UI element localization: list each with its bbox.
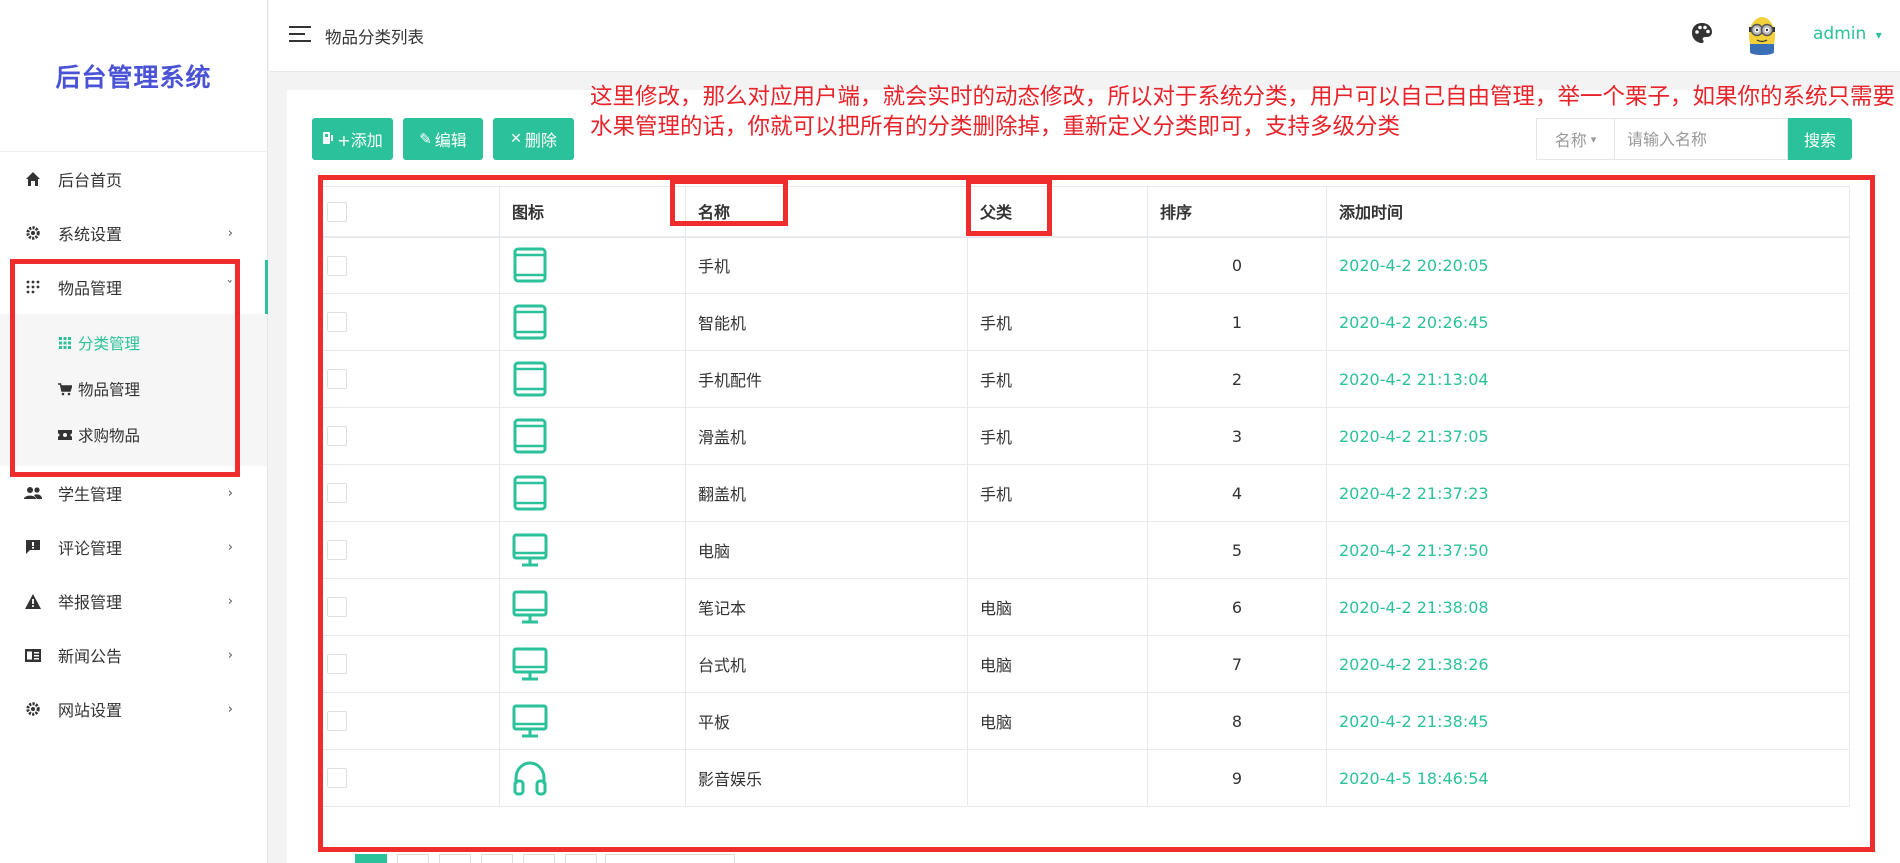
chevron-right-icon: › xyxy=(227,701,233,717)
pagination-item[interactable] xyxy=(523,854,555,863)
sidebar-item-site-settings[interactable]: 网站设置 › xyxy=(0,682,267,736)
sidebar-item-label: 后台首页 xyxy=(58,171,123,190)
pagination-item[interactable] xyxy=(439,854,471,863)
add-button[interactable]: +添加 xyxy=(312,118,393,160)
pagination-jump[interactable] xyxy=(605,854,735,863)
chevron-right-icon: › xyxy=(227,225,233,241)
sidebar-item-home[interactable]: 后台首页 xyxy=(0,152,267,206)
chevron-right-icon: › xyxy=(227,539,233,555)
add-icon xyxy=(322,130,334,149)
close-icon: ✕ xyxy=(510,131,522,147)
pagination-current[interactable] xyxy=(355,854,387,863)
user-menu[interactable]: admin ▾ xyxy=(1813,24,1882,44)
sidebar-item-news[interactable]: 新闻公告 › xyxy=(0,628,267,682)
sidebar-item-label: 新闻公告 xyxy=(58,647,123,666)
warning-icon xyxy=(24,592,42,610)
sidebar-item-label: 举报管理 xyxy=(58,593,123,612)
pagination-item[interactable] xyxy=(565,854,597,863)
pagination-item[interactable] xyxy=(397,854,429,863)
caret-down-icon: ▾ xyxy=(1875,28,1882,42)
sidebar-item-reports[interactable]: 举报管理 › xyxy=(0,574,267,628)
sidebar-item-system-settings[interactable]: 系统设置 › xyxy=(0,206,267,260)
delete-label: 删除 xyxy=(524,131,557,150)
people-icon xyxy=(24,484,42,502)
sidebar-item-label: 网站设置 xyxy=(58,701,123,720)
user-name: admin xyxy=(1813,24,1867,44)
annotation-box-sidebar xyxy=(10,259,240,477)
annotation-box-table xyxy=(318,175,1875,852)
page-title: 物品分类列表 xyxy=(325,28,424,47)
theme-palette-icon[interactable] xyxy=(1691,22,1715,46)
sidebar-item-comments[interactable]: 评论管理 › xyxy=(0,520,267,574)
gear-icon xyxy=(24,224,42,242)
brand-title: 后台管理系统 xyxy=(0,0,267,152)
sidebar-item-label: 系统设置 xyxy=(58,225,123,244)
edit-icon: ✎ xyxy=(419,130,432,148)
pagination-item[interactable] xyxy=(481,854,513,863)
chevron-right-icon: › xyxy=(227,647,233,663)
sidebar-item-label: 学生管理 xyxy=(58,485,123,504)
sidebar-item-label: 评论管理 xyxy=(58,539,123,558)
edit-label: 编辑 xyxy=(434,131,467,150)
add-label: +添加 xyxy=(337,131,383,150)
annotation-text: 这里修改，那么对应用户端，就会实时的动态修改，所以对于系统分类，用户可以自己自由… xyxy=(590,84,1896,140)
delete-button[interactable]: ✕ 删除 xyxy=(493,118,574,160)
menu-toggle-icon[interactable] xyxy=(289,26,311,44)
chevron-right-icon: › xyxy=(227,593,233,609)
chevron-right-icon: › xyxy=(227,485,233,501)
home-icon xyxy=(24,170,42,188)
gear-icon xyxy=(24,700,42,718)
comment-icon xyxy=(24,538,42,556)
topbar: 物品分类列表 admin ▾ xyxy=(269,0,1900,72)
news-icon xyxy=(24,646,42,664)
avatar[interactable] xyxy=(1745,14,1779,58)
edit-button[interactable]: ✎ 编辑 xyxy=(403,118,483,160)
